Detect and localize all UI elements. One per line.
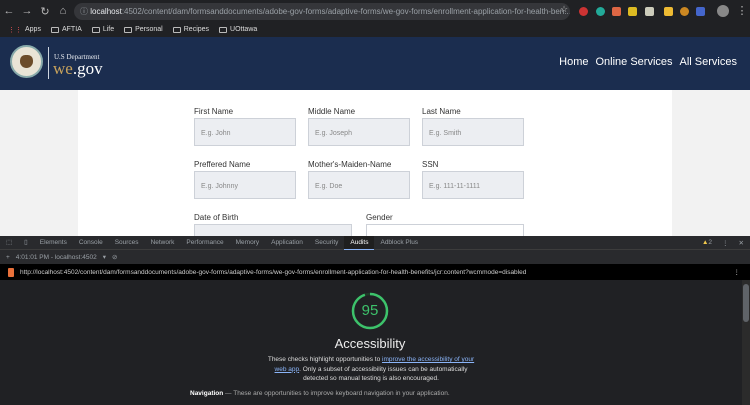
seal-logo[interactable] xyxy=(10,45,43,78)
bookmark-folder[interactable]: Recipes xyxy=(172,26,210,33)
tab-memory[interactable]: Memory xyxy=(230,236,265,250)
folder-icon xyxy=(124,26,133,33)
folder-icon xyxy=(219,26,228,33)
maiden-name-input[interactable]: E.g. Doe xyxy=(308,171,410,199)
ssn-label: SSN xyxy=(422,160,439,169)
bookmark-folder[interactable]: Life xyxy=(91,26,115,33)
bookmark-label: Personal xyxy=(135,26,163,33)
main-nav: Home Online Services All Services xyxy=(559,56,737,68)
tab-adblock-plus[interactable]: Adblock Plus xyxy=(374,236,424,250)
nav-home[interactable]: Home xyxy=(559,56,588,68)
desc-text: These checks highlight opportunities to xyxy=(267,356,383,363)
tab-console[interactable]: Console xyxy=(73,236,109,250)
extension-icon[interactable] xyxy=(696,7,705,16)
bookmark-label: Life xyxy=(102,26,115,33)
group-navigation[interactable]: Navigation — These are opportunities to … xyxy=(190,390,450,397)
device-toolbar-icon[interactable]: ▯ xyxy=(18,236,34,250)
nav-all-services[interactable]: All Services xyxy=(680,56,737,68)
first-name-label: First Name xyxy=(194,107,234,116)
inspect-icon[interactable]: ⬚ xyxy=(0,236,18,250)
more-icon[interactable]: ⋮ xyxy=(722,239,729,247)
dob-label: Date of Birth xyxy=(194,213,239,222)
middle-name-label: Middle Name xyxy=(308,107,356,116)
bookmark-apps[interactable]: ⋮⋮ Apps xyxy=(8,26,41,34)
group-description: — These are opportunities to improve key… xyxy=(223,390,450,397)
url-host: localhost xyxy=(90,7,122,16)
bookmark-star-icon[interactable]: ☆ xyxy=(555,4,573,15)
audit-url-bar: http://localhost:4502/content/dam/formsa… xyxy=(0,264,750,280)
tab-security[interactable]: Security xyxy=(309,236,344,250)
warning-count: 2 xyxy=(708,239,713,246)
extension-icon[interactable] xyxy=(612,7,621,16)
address-bar[interactable]: ⓘ localhost:4502/content/dam/formsanddoc… xyxy=(74,3,570,20)
avatar[interactable] xyxy=(717,5,729,17)
brand-logo[interactable]: we.gov xyxy=(53,59,103,79)
lighthouse-icon xyxy=(8,267,14,277)
apps-icon: ⋮⋮ xyxy=(8,26,22,34)
tab-application[interactable]: Application xyxy=(265,236,309,250)
category-title: Accessibility xyxy=(334,336,406,351)
gender-label: Gender xyxy=(366,213,393,222)
forward-icon[interactable]: → xyxy=(18,5,36,17)
site-header: U.S Department we.gov Home Online Servic… xyxy=(0,37,750,90)
brand-gov: .gov xyxy=(72,59,103,78)
ssn-input[interactable]: E.g. 111-11-1111 xyxy=(422,171,524,199)
audits-toolbar: + 4:01:01 PM - localhost:4502 ▾ ⊘ xyxy=(0,250,750,264)
bookmark-folder[interactable]: UOttawa xyxy=(219,26,257,33)
back-icon[interactable]: ← xyxy=(0,5,18,17)
close-icon[interactable]: ✕ xyxy=(739,239,744,247)
clear-icon[interactable]: ⊘ xyxy=(112,253,117,261)
desc-text: . Only a subset of accessibility issues … xyxy=(299,365,468,383)
reload-icon[interactable]: ↻ xyxy=(36,5,54,18)
more-icon[interactable]: ⋮ xyxy=(734,268,741,276)
folder-icon xyxy=(172,26,181,33)
bookmarks-bar: ⋮⋮ Apps AFTIA Life Personal Recipes UOtta… xyxy=(0,22,750,37)
tab-audits[interactable]: Audits xyxy=(344,235,375,250)
extension-icon[interactable] xyxy=(664,7,673,16)
bookmark-folder[interactable]: AFTIA xyxy=(50,26,82,33)
home-icon[interactable]: ⌂ xyxy=(54,5,72,17)
group-title: Navigation xyxy=(190,390,224,397)
middle-name-input[interactable]: E.g. Joseph xyxy=(308,118,410,146)
bookmark-folder[interactable]: Personal xyxy=(124,26,163,33)
extension-icon[interactable] xyxy=(628,7,637,16)
nav-online-services[interactable]: Online Services xyxy=(595,56,672,68)
preferred-name-input[interactable]: E.g. Johnny xyxy=(194,171,296,199)
menu-icon[interactable]: ⋮ xyxy=(733,4,750,17)
devtools-tabbar: ⬚ ▯ Elements Console Sources Network Per… xyxy=(0,235,750,250)
new-audit-icon[interactable]: + xyxy=(6,254,10,261)
tab-performance[interactable]: Performance xyxy=(180,236,229,250)
first-name-input[interactable]: E.g. John xyxy=(194,118,296,146)
last-name-label: Last Name xyxy=(422,107,461,116)
category-description: These checks highlight opportunities to … xyxy=(265,355,477,384)
score-value: 95 xyxy=(361,302,379,319)
extension-icon[interactable] xyxy=(645,7,654,16)
tab-network[interactable]: Network xyxy=(145,236,181,250)
folder-icon xyxy=(50,26,59,33)
info-icon: ⓘ xyxy=(80,7,91,16)
url-path: :4502/content/dam/formsanddocuments/adob… xyxy=(121,7,570,16)
extension-icon[interactable] xyxy=(579,7,588,16)
chevron-down-icon[interactable]: ▾ xyxy=(103,253,106,261)
bookmark-label: AFTIA xyxy=(61,26,82,33)
maiden-name-label: Mother's-Maiden-Name xyxy=(308,160,392,169)
tab-sources[interactable]: Sources xyxy=(109,236,145,250)
scrollbar-thumb[interactable] xyxy=(743,284,749,322)
browser-toolbar: ← → ↻ ⌂ ⓘ localhost:4502/content/dam/for… xyxy=(0,0,750,22)
brand-we: we xyxy=(53,59,73,78)
folder-icon xyxy=(91,26,100,33)
last-name-input[interactable]: E.g. Smith xyxy=(422,118,524,146)
extension-icon[interactable] xyxy=(596,7,605,16)
bookmark-label: Apps xyxy=(25,26,41,33)
bookmark-label: Recipes xyxy=(183,26,210,33)
page-body: First Name E.g. John Middle Name E.g. Jo… xyxy=(0,90,750,252)
scrollbar[interactable] xyxy=(742,280,750,405)
divider xyxy=(48,47,49,79)
extension-icon[interactable] xyxy=(680,7,689,16)
bookmark-label: UOttawa xyxy=(230,26,258,33)
audit-session-select[interactable]: 4:01:01 PM - localhost:4502 xyxy=(16,254,97,261)
preferred-name-label: Preffered Name xyxy=(194,160,251,169)
audit-url: http://localhost:4502/content/dam/formsa… xyxy=(20,268,527,276)
tab-elements[interactable]: Elements xyxy=(34,236,73,250)
